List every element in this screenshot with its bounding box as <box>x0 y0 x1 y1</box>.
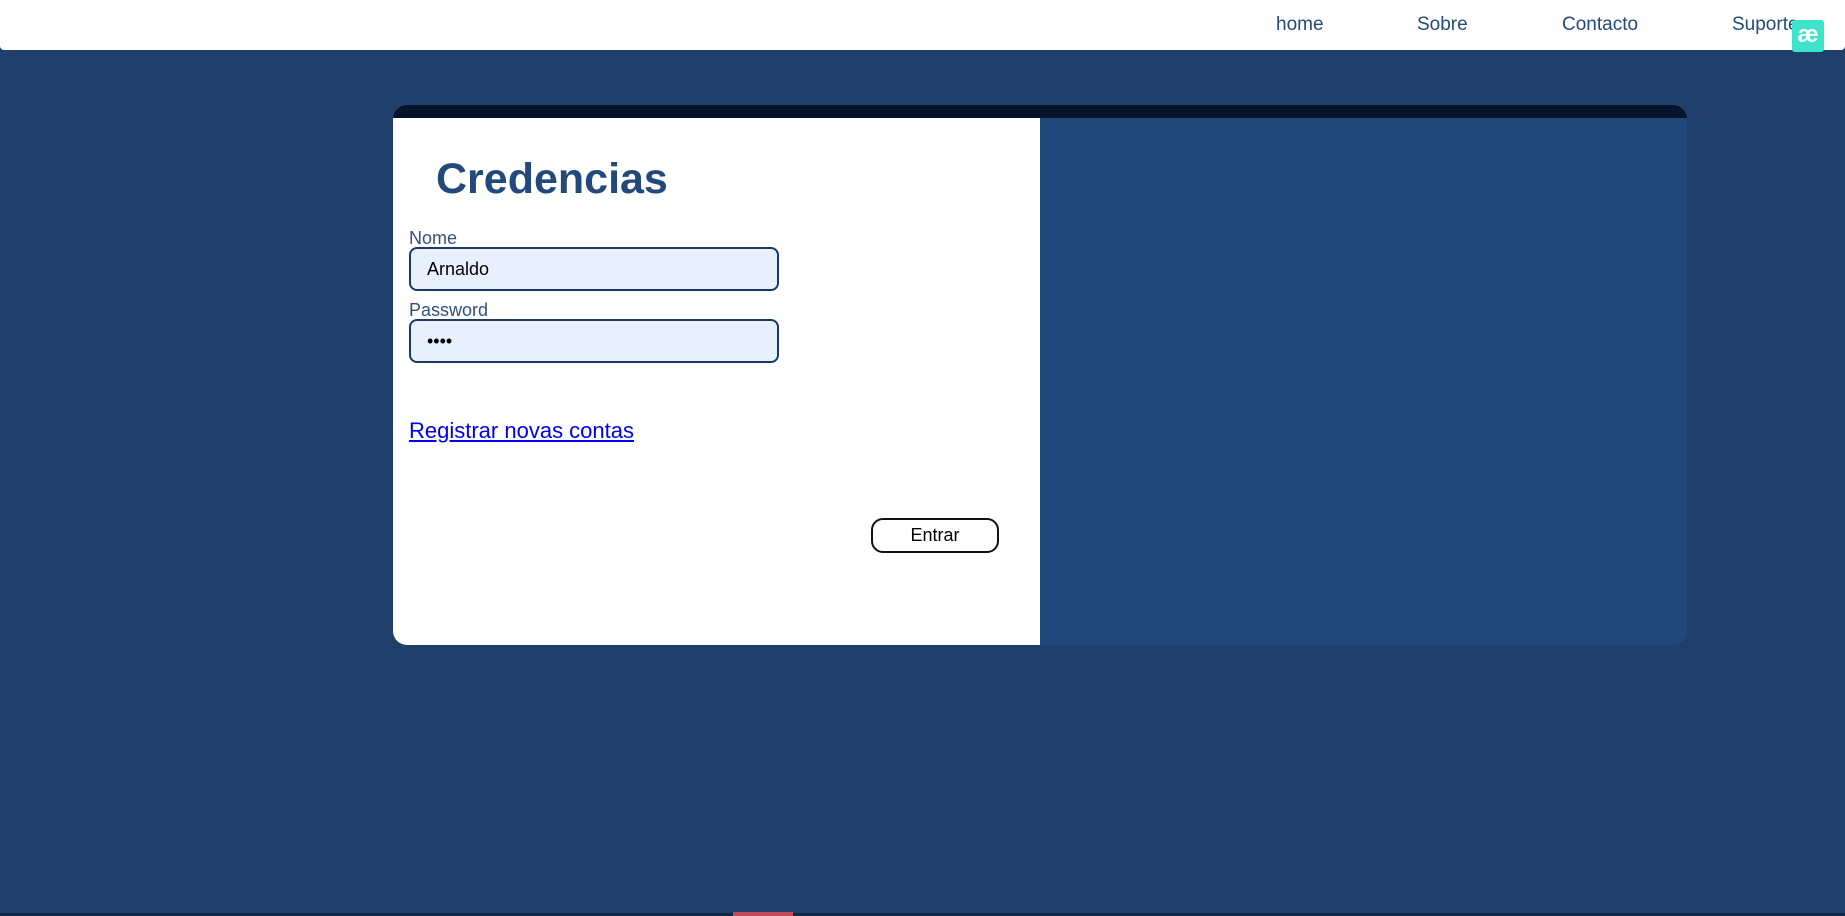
password-label: Password <box>409 300 489 320</box>
nav-link-suporte[interactable]: Suporte <box>1732 14 1799 36</box>
enter-button[interactable]: Entrar <box>871 518 999 553</box>
login-side-panel <box>1040 118 1687 645</box>
password-input[interactable] <box>409 319 779 363</box>
login-card: Credencias Nome Password Registrar novas… <box>393 105 1687 645</box>
card-top-bar <box>393 105 1687 118</box>
login-form-panel: Credencias Nome Password Registrar novas… <box>393 118 1040 645</box>
register-link[interactable]: Registrar novas contas <box>409 418 634 444</box>
name-input[interactable] <box>409 247 779 291</box>
name-label: Nome <box>409 228 458 248</box>
nav-link-contacto[interactable]: Contacto <box>1562 14 1638 36</box>
page-title: Credencias <box>436 155 668 203</box>
nav-link-sobre[interactable]: Sobre <box>1417 14 1468 36</box>
nav-link-home[interactable]: home <box>1276 14 1324 36</box>
extension-badge-icon[interactable]: æ <box>1792 20 1824 52</box>
top-navbar: home Sobre Contacto Suporte <box>0 0 1845 50</box>
bottom-marker <box>733 912 793 916</box>
